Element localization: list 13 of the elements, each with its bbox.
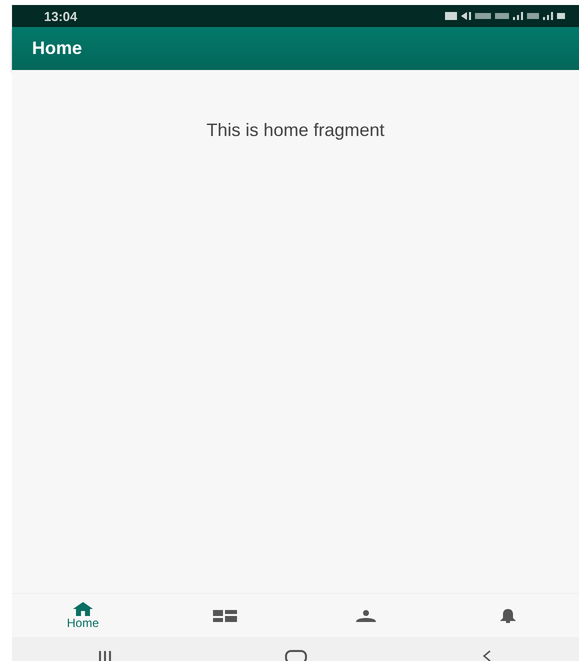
app-bar-title: Home	[32, 38, 82, 59]
recent-apps-icon[interactable]	[99, 649, 112, 661]
signal-icon	[513, 12, 523, 20]
fragment-message: This is home fragment	[206, 120, 385, 142]
status-time: 13:04	[44, 8, 78, 24]
person-icon	[354, 610, 378, 622]
back-icon[interactable]	[482, 649, 492, 661]
dashboard-icon	[212, 610, 237, 622]
home-nav-icon[interactable]	[285, 649, 308, 661]
signal-icon	[543, 12, 553, 20]
mute-icon	[461, 12, 471, 20]
home-icon	[72, 602, 93, 616]
bell-icon	[500, 608, 516, 622]
